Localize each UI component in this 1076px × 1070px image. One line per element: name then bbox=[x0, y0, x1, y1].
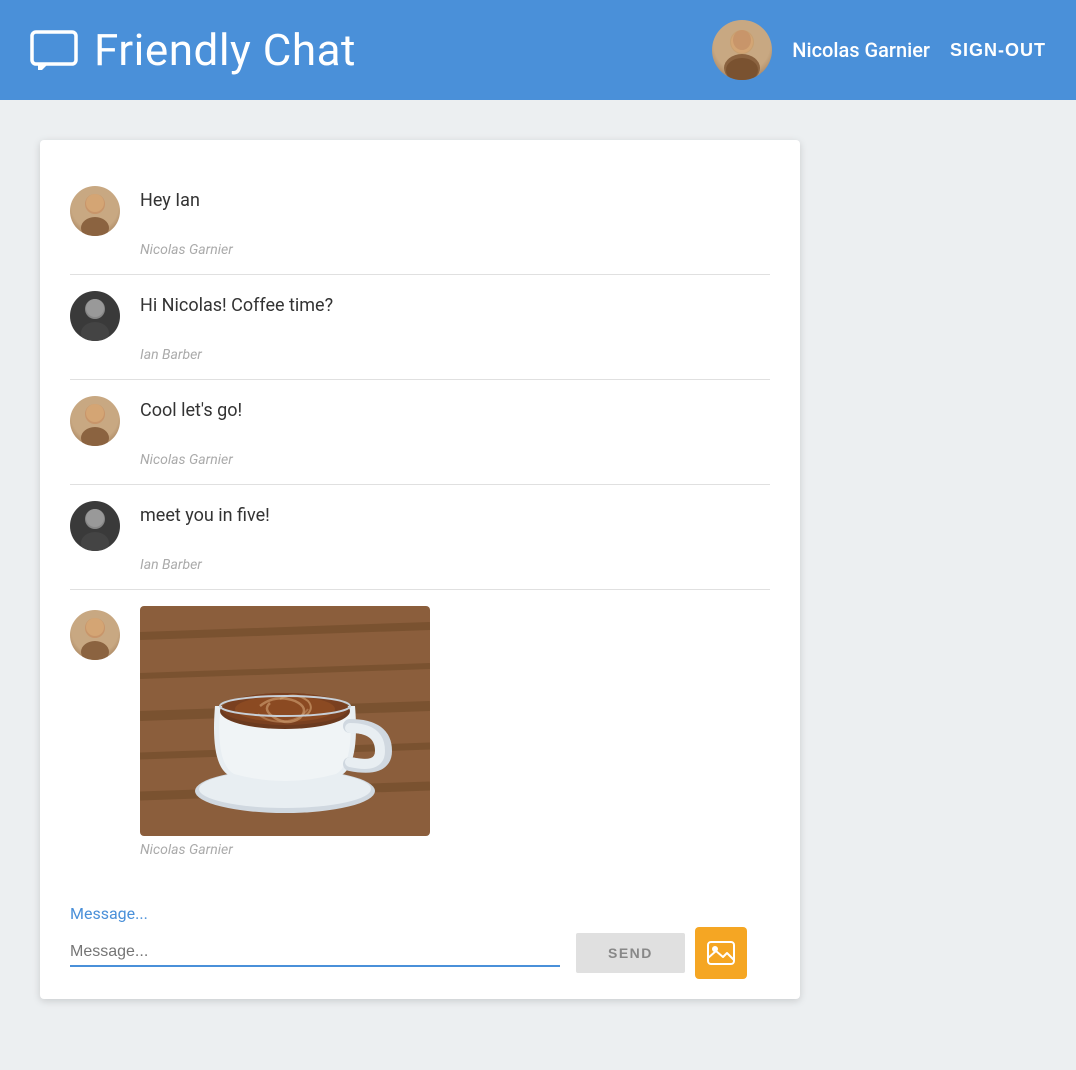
message-text: Hey Ian bbox=[140, 186, 200, 211]
avatar bbox=[70, 501, 120, 551]
message-sender: Nicolas Garnier bbox=[140, 452, 770, 468]
list-item: Hey Ian Nicolas Garnier bbox=[70, 170, 770, 275]
message-sender: Ian Barber bbox=[140, 347, 770, 363]
message-text: Hi Nicolas! Coffee time? bbox=[140, 291, 333, 316]
message-input[interactable] bbox=[70, 939, 560, 967]
main-content: Hey Ian Nicolas Garnier Hi Nicolas! Coff… bbox=[0, 100, 1076, 1039]
list-item: meet you in five! Ian Barber bbox=[70, 485, 770, 590]
list-item: Hi Nicolas! Coffee time? Ian Barber bbox=[70, 275, 770, 380]
input-area: Message... SEND bbox=[70, 894, 770, 979]
avatar bbox=[70, 291, 120, 341]
message-text: meet you in five! bbox=[140, 501, 270, 526]
list-item: Cool let's go! Nicolas Garnier bbox=[70, 380, 770, 485]
app-header: Friendly Chat Nicolas Garnier SIGN-OUT bbox=[0, 0, 1076, 100]
send-button[interactable]: SEND bbox=[576, 933, 685, 973]
signout-button[interactable]: SIGN-OUT bbox=[950, 40, 1046, 61]
message-sender: Nicolas Garnier bbox=[140, 242, 770, 258]
user-avatar-header bbox=[712, 20, 772, 80]
coffee-image bbox=[140, 606, 430, 836]
user-avatar-image bbox=[712, 20, 772, 80]
message-row: meet you in five! bbox=[70, 501, 770, 551]
message-row bbox=[70, 606, 770, 836]
message-input-label: Message... bbox=[70, 904, 770, 923]
header-logo-area: Friendly Chat bbox=[30, 24, 356, 76]
header-username: Nicolas Garnier bbox=[792, 38, 930, 62]
message-sender: Ian Barber bbox=[140, 557, 770, 573]
avatar bbox=[70, 186, 120, 236]
messages-list: Hey Ian Nicolas Garnier Hi Nicolas! Coff… bbox=[70, 170, 770, 874]
avatar bbox=[70, 610, 120, 660]
chat-card: Hey Ian Nicolas Garnier Hi Nicolas! Coff… bbox=[40, 140, 800, 999]
image-upload-button[interactable] bbox=[695, 927, 747, 979]
avatar bbox=[70, 396, 120, 446]
message-row: Cool let's go! bbox=[70, 396, 770, 446]
chat-icon bbox=[30, 30, 78, 70]
message-sender: Nicolas Garnier bbox=[140, 842, 770, 858]
message-row: Hi Nicolas! Coffee time? bbox=[70, 291, 770, 341]
header-user-area: Nicolas Garnier SIGN-OUT bbox=[712, 20, 1046, 80]
list-item: Nicolas Garnier bbox=[70, 590, 770, 874]
message-row: Hey Ian bbox=[70, 186, 770, 236]
image-icon bbox=[707, 941, 735, 965]
message-text: Cool let's go! bbox=[140, 396, 242, 421]
app-title: Friendly Chat bbox=[94, 24, 356, 76]
